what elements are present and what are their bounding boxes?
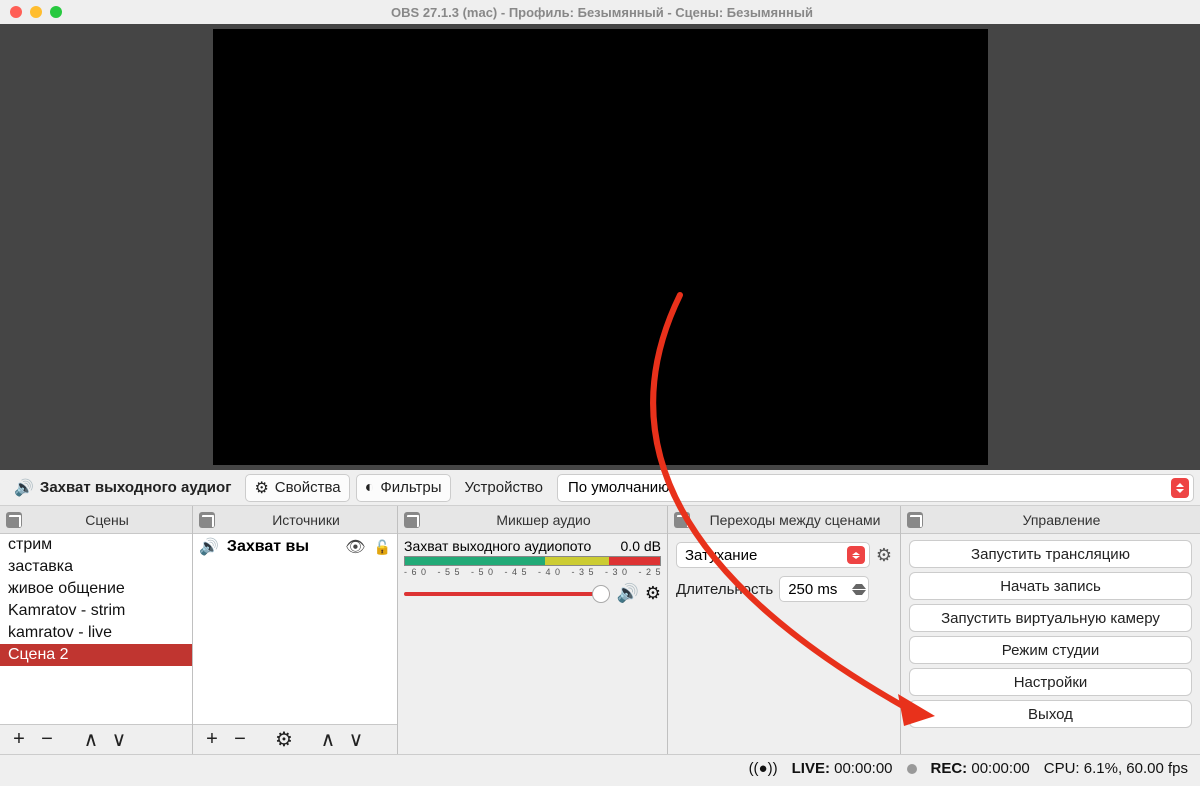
dropdown-stepper-icon — [847, 546, 865, 564]
start-stream-button[interactable]: Запустить трансляцию — [909, 540, 1192, 568]
scene-item[interactable]: kamratov - live — [0, 622, 192, 644]
rec-indicator-icon — [907, 764, 917, 774]
add-scene-button[interactable]: + — [6, 728, 32, 752]
source-item[interactable]: 🔊 Захват вы 👁 🔓 — [193, 534, 397, 560]
sources-title: Источники — [221, 512, 391, 528]
device-label-wrap: Устройство — [457, 474, 551, 502]
duration-label: Длительность — [676, 581, 773, 598]
visibility-icon[interactable]: 👁 — [345, 537, 365, 557]
device-select-value: По умолчанию — [568, 479, 669, 496]
speaker-icon: 🔊 — [14, 478, 34, 498]
source-toolbar: 🔊 Захват выходного аудиог ⚙ Свойства ◐ Ф… — [0, 470, 1200, 506]
source-name: Захват вы — [227, 538, 337, 556]
scene-item[interactable]: стрим — [0, 534, 192, 556]
meter-ticks: -60 -55 -50 -45 -40 -35 -30 -25 -20 -15 … — [404, 567, 661, 577]
popout-icon[interactable] — [6, 512, 22, 528]
filters-icon: ◐ — [365, 479, 375, 497]
transition-type-select[interactable]: Затухание — [676, 542, 870, 568]
add-source-button[interactable]: + — [199, 728, 225, 752]
popout-icon[interactable] — [199, 512, 215, 528]
controls-title: Управление — [929, 512, 1194, 528]
device-label: Устройство — [465, 479, 543, 496]
lock-icon[interactable]: 🔓 — [374, 539, 391, 556]
dropdown-stepper-icon — [1171, 478, 1189, 498]
scenes-list: стрим заставка живое общение Kamratov - … — [0, 534, 192, 724]
dock-row: Сцены стрим заставка живое общение Kamra… — [0, 506, 1200, 754]
remove-scene-button[interactable]: − — [34, 728, 60, 752]
mixer-level: 0.0 dB — [621, 538, 661, 554]
controls-body: Запустить трансляцию Начать запись Запус… — [901, 534, 1200, 754]
gear-icon: ⚙ — [254, 478, 268, 498]
speaker-icon: 🔊 — [199, 537, 219, 557]
volume-slider[interactable] — [404, 592, 610, 596]
scene-down-button[interactable]: ∨ — [106, 728, 132, 752]
virtual-camera-button[interactable]: Запустить виртуальную камеру — [909, 604, 1192, 632]
window-title: OBS 27.1.3 (mac) - Профиль: Безымянный -… — [14, 5, 1190, 20]
source-down-button[interactable]: ∨ — [343, 728, 369, 752]
popout-icon[interactable] — [907, 512, 923, 528]
status-bar: ((●)) LIVE: 00:00:00 REC: 00:00:00 CPU: … — [0, 754, 1200, 782]
spinner-arrows-icon — [852, 584, 866, 595]
capture-source-indicator: 🔊 Захват выходного аудиог — [6, 474, 239, 502]
mixer-title: Микшер аудио — [426, 512, 661, 528]
transition-settings-button[interactable]: ⚙ — [876, 545, 892, 566]
transition-type-value: Затухание — [685, 547, 757, 564]
transitions-title: Переходы между сценами — [696, 512, 894, 528]
rec-time: 00:00:00 — [971, 760, 1029, 777]
transitions-panel: Переходы между сценами Затухание ⚙ Длите… — [668, 506, 901, 754]
filters-button[interactable]: ◐ Фильтры — [356, 474, 451, 502]
studio-mode-button[interactable]: Режим студии — [909, 636, 1192, 664]
audio-mixer-panel: Микшер аудио Захват выходного аудиопото … — [398, 506, 668, 754]
scene-item[interactable]: заставка — [0, 556, 192, 578]
cpu-status: CPU: 6.1%, 60.00 fps — [1044, 760, 1188, 777]
window-titlebar: OBS 27.1.3 (mac) - Профиль: Безымянный -… — [0, 0, 1200, 24]
capture-source-label: Захват выходного аудиог — [40, 479, 232, 496]
broadcast-icon: ((●)) — [749, 760, 778, 777]
live-label: LIVE: — [792, 760, 830, 777]
popout-icon[interactable] — [404, 512, 420, 528]
sources-panel: Источники 🔊 Захват вы 👁 🔓 + − ⚙ ∧ ∨ — [193, 506, 398, 754]
popout-icon[interactable] — [674, 512, 690, 528]
scene-item-selected[interactable]: Сцена 2 — [0, 644, 192, 666]
live-time: 00:00:00 — [834, 760, 892, 777]
scenes-title: Сцены — [28, 512, 186, 528]
remove-source-button[interactable]: − — [227, 728, 253, 752]
exit-button[interactable]: Выход — [909, 700, 1192, 728]
preview-area — [0, 24, 1200, 470]
gear-icon[interactable]: ⚙ — [645, 583, 661, 604]
start-record-button[interactable]: Начать запись — [909, 572, 1192, 600]
duration-spinner[interactable]: 250 ms — [779, 576, 869, 602]
controls-panel: Управление Запустить трансляцию Начать з… — [901, 506, 1200, 754]
source-up-button[interactable]: ∧ — [315, 728, 341, 752]
mixer-body: Захват выходного аудиопото 0.0 dB -60 -5… — [398, 534, 667, 754]
settings-button[interactable]: Настройки — [909, 668, 1192, 696]
duration-value: 250 ms — [788, 581, 837, 598]
scene-item[interactable]: Kamratov - strim — [0, 600, 192, 622]
source-settings-button[interactable]: ⚙ — [271, 728, 297, 752]
slider-thumb[interactable] — [592, 585, 610, 603]
mixer-channel-name: Захват выходного аудиопото — [404, 538, 621, 554]
properties-button[interactable]: ⚙ Свойства — [245, 474, 349, 502]
scene-item[interactable]: живое общение — [0, 578, 192, 600]
scenes-panel: Сцены стрим заставка живое общение Kamra… — [0, 506, 193, 754]
transitions-body: Затухание ⚙ Длительность 250 ms — [668, 534, 900, 754]
audio-meter — [404, 556, 661, 566]
rec-label: REC: — [931, 760, 968, 777]
sources-list: 🔊 Захват вы 👁 🔓 — [193, 534, 397, 724]
device-select[interactable]: По умолчанию — [557, 474, 1194, 502]
speaker-icon[interactable]: 🔊 — [616, 583, 638, 604]
preview-canvas[interactable] — [213, 29, 988, 465]
scene-up-button[interactable]: ∧ — [78, 728, 104, 752]
